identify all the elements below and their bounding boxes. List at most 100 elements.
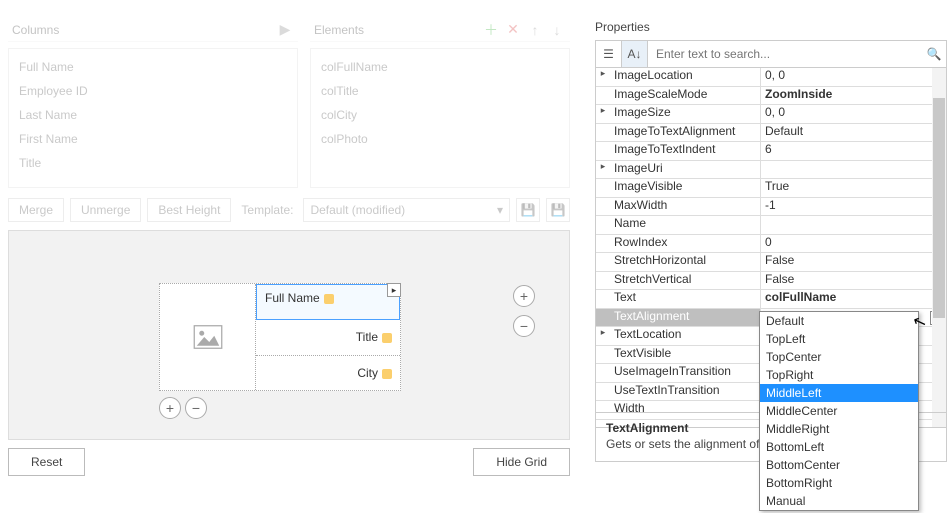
dropdown-option[interactable]: BottomLeft [760, 438, 918, 456]
categorized-button[interactable]: ☰ [596, 41, 622, 67]
expand-icon[interactable] [596, 364, 610, 382]
dropdown-option[interactable]: MiddleRight [760, 420, 918, 438]
expand-icon[interactable]: ▸ [596, 105, 610, 123]
expand-icon[interactable] [596, 124, 610, 142]
property-value[interactable]: ZoomInside [760, 87, 946, 105]
property-row[interactable]: ImageToTextAlignmentDefault [596, 124, 946, 143]
list-item[interactable]: colCity [313, 103, 567, 127]
property-row[interactable]: ▸ImageUri [596, 161, 946, 180]
scrollbar[interactable] [932, 68, 946, 427]
move-up-icon[interactable]: ↑ [526, 21, 544, 39]
list-item[interactable]: Employee ID [11, 79, 295, 103]
property-row[interactable]: ImageToTextIndent6 [596, 142, 946, 161]
design-canvas[interactable]: ▸ Full Name Title City + − + − [8, 230, 570, 440]
cell-city[interactable]: City [256, 356, 400, 390]
expand-icon[interactable] [596, 198, 610, 216]
property-value[interactable]: 0 [760, 235, 946, 253]
property-row[interactable]: ImageScaleModeZoomInside [596, 87, 946, 106]
property-value[interactable] [760, 161, 946, 179]
property-row[interactable]: ▸ImageSize0, 0 [596, 105, 946, 124]
dropdown-option[interactable]: TopCenter [760, 348, 918, 366]
property-row[interactable]: TextcolFullName [596, 290, 946, 309]
zoom-in-button[interactable]: + [513, 285, 535, 307]
layout-card[interactable]: ▸ Full Name Title City [159, 283, 401, 391]
dropdown-option[interactable]: BottomRight [760, 474, 918, 492]
dropdown-option[interactable]: Manual [760, 492, 918, 510]
property-name: UseTextInTransition [610, 383, 760, 401]
expand-icon[interactable] [596, 290, 610, 308]
save-icon[interactable]: 💾 [516, 198, 540, 222]
expand-icon[interactable] [596, 383, 610, 401]
search-input[interactable] [648, 41, 922, 67]
property-value[interactable]: Default [760, 124, 946, 142]
cell-fullname[interactable]: ▸ Full Name [256, 284, 400, 320]
expand-icon[interactable] [596, 216, 610, 234]
property-value[interactable]: 0, 0 [760, 68, 946, 86]
list-item[interactable]: First Name [11, 127, 295, 151]
list-item[interactable]: Full Name [11, 55, 295, 79]
property-value[interactable]: False [760, 272, 946, 290]
add-row-button[interactable]: + [159, 397, 181, 419]
expand-icon[interactable] [596, 235, 610, 253]
alphabetical-button[interactable]: A↓ [622, 41, 648, 67]
text-alignment-dropdown[interactable]: DefaultTopLeftTopCenterTopRightMiddleLef… [759, 311, 919, 511]
list-item[interactable]: Last Name [11, 103, 295, 127]
property-row[interactable]: ImageVisibleTrue [596, 179, 946, 198]
expand-icon[interactable] [596, 253, 610, 271]
hidegrid-button[interactable]: Hide Grid [473, 448, 570, 476]
zoom-out-button[interactable]: − [513, 315, 535, 337]
scroll-thumb[interactable] [933, 98, 945, 318]
dropdown-option[interactable]: MiddleCenter [760, 402, 918, 420]
expand-icon[interactable]: ▸ [596, 68, 610, 86]
property-value[interactable]: True [760, 179, 946, 197]
property-value[interactable]: colFullName [760, 290, 946, 308]
columns-collapse-icon[interactable]: ▶ [276, 21, 294, 39]
binding-badge-icon [324, 294, 334, 304]
move-down-icon[interactable]: ↓ [548, 21, 566, 39]
template-combobox[interactable]: Default (modified)▾ [303, 198, 510, 222]
dropdown-option[interactable]: TopRight [760, 366, 918, 384]
expand-icon[interactable]: ▸ [596, 327, 610, 345]
property-value[interactable]: 6 [760, 142, 946, 160]
cell-label: Title [356, 330, 378, 344]
cell-label: Full Name [265, 291, 320, 305]
property-value[interactable]: False [760, 253, 946, 271]
image-cell[interactable] [160, 284, 256, 390]
list-item[interactable]: colTitle [313, 79, 567, 103]
property-value[interactable] [760, 216, 946, 234]
property-row[interactable]: ▸ImageLocation0, 0 [596, 68, 946, 87]
bestheight-button[interactable]: Best Height [147, 198, 231, 222]
dropdown-option[interactable]: MiddleLeft [760, 384, 918, 402]
unmerge-button[interactable]: Unmerge [70, 198, 141, 222]
dropdown-option[interactable]: TopLeft [760, 330, 918, 348]
search-icon[interactable]: 🔍 [922, 47, 946, 61]
cell-title[interactable]: Title [256, 320, 400, 355]
save-as-icon[interactable]: 💾 [546, 198, 570, 222]
property-name: MaxWidth [610, 198, 760, 216]
smart-tag-icon[interactable]: ▸ [387, 283, 401, 297]
property-value[interactable]: 0, 0 [760, 105, 946, 123]
expand-icon[interactable] [596, 179, 610, 197]
expand-icon[interactable]: ▸ [596, 161, 610, 179]
expand-icon[interactable] [596, 346, 610, 364]
property-row[interactable]: StretchVerticalFalse [596, 272, 946, 291]
property-row[interactable]: MaxWidth-1 [596, 198, 946, 217]
merge-button[interactable]: Merge [8, 198, 64, 222]
expand-icon[interactable] [596, 142, 610, 160]
list-item[interactable]: Title [11, 151, 295, 175]
property-row[interactable]: RowIndex0 [596, 235, 946, 254]
property-row[interactable]: StretchHorizontalFalse [596, 253, 946, 272]
expand-icon[interactable] [596, 272, 610, 290]
property-row[interactable]: Name [596, 216, 946, 235]
expand-icon[interactable] [596, 309, 610, 327]
list-item[interactable]: colFullName [313, 55, 567, 79]
add-element-icon[interactable]: ＋ [482, 21, 500, 39]
dropdown-option[interactable]: BottomCenter [760, 456, 918, 474]
list-item[interactable]: colPhoto [313, 127, 567, 151]
dropdown-option[interactable]: Default [760, 312, 918, 330]
remove-row-button[interactable]: − [185, 397, 207, 419]
remove-element-icon[interactable]: ✕ [504, 21, 522, 39]
expand-icon[interactable] [596, 87, 610, 105]
property-value[interactable]: -1 [760, 198, 946, 216]
reset-button[interactable]: Reset [8, 448, 85, 476]
